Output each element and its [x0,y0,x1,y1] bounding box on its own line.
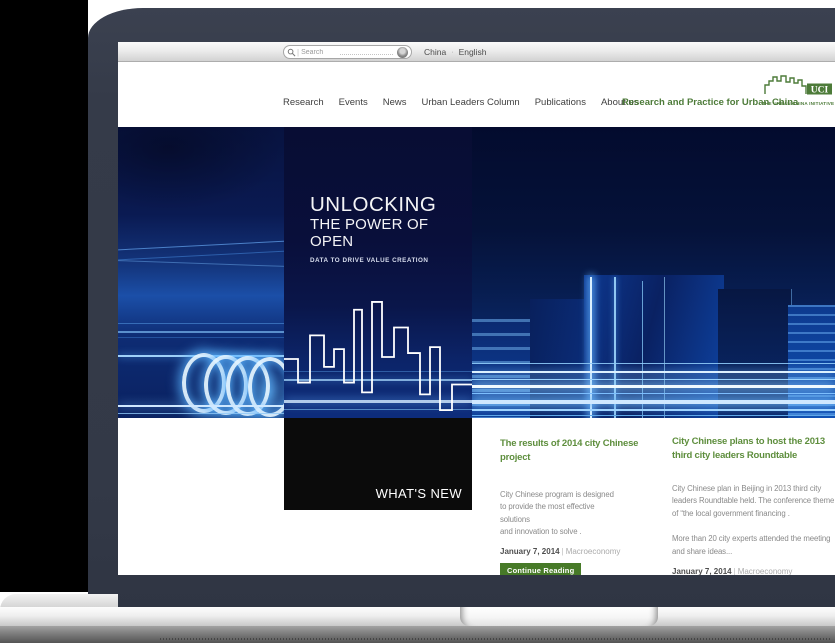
nav-item-urban-leaders-column[interactable]: Urban Leaders Column [421,97,519,108]
uci-logo-acronym: UCI [811,86,829,96]
uci-logo-name: THE URBAN CHINA INITIATIVE [762,101,834,106]
hero-title-line1: UNLOCKING [310,194,472,216]
search-dotted-leader [340,53,393,55]
laptop-mockup: | China · English Research Events News U… [0,0,835,643]
article-category[interactable]: Macroeconomy [738,567,793,575]
nav-item-news[interactable]: News [383,97,407,108]
browser-toolbar: | China · English [118,42,835,62]
article-body: City Chinese program is designed to prov… [500,489,662,540]
article-meta: January 7, 2014|Macroeconomy [500,547,662,556]
search-divider: | [297,48,299,57]
meta-separator: | [562,547,564,556]
main-nav: Research Events News Urban Leaders Colum… [283,97,638,108]
article-body: City Chinese plan in Beijing in 2013 thi… [672,483,835,559]
article-category[interactable]: Macroeconomy [566,547,621,556]
whats-new-label: WHAT'S NEW [376,486,462,501]
uci-logo[interactable]: UCI THE URBAN CHINA INITIATIVE [762,73,834,106]
laptop-left-edge [0,0,88,592]
article-meta: January 7, 2014|Macroeconomy [672,567,835,575]
hero-photo-right [472,127,835,418]
hero-title-line2: THE POWER OF OPEN [310,216,472,251]
lang-separator: · [451,49,453,56]
hero-subtitle: DATA TO DRIVE VALUE CREATION [310,257,472,264]
hero-photo-left [118,127,286,418]
article-date: January 7, 2014 [500,547,560,556]
search-go-button[interactable] [397,47,408,58]
article-date: January 7, 2014 [672,567,732,575]
uci-skyline-icon: UCI [763,73,833,95]
article-title[interactable]: City Chinese plans to host the 2013 thir… [672,435,835,464]
whats-new-panel: WHAT'S NEW [284,418,472,510]
lang-link-english[interactable]: English [459,47,487,57]
meta-separator: | [734,567,736,575]
search-bar[interactable]: | [283,45,412,59]
browser-screen: | China · English Research Events News U… [118,42,835,575]
hero-banner[interactable]: UNLOCKING THE POWER OF OPEN DATA TO DRIV… [118,127,835,418]
lang-link-china[interactable]: China [424,47,446,57]
search-input[interactable] [301,49,339,56]
hero-center-panel: UNLOCKING THE POWER OF OPEN DATA TO DRIV… [284,127,472,418]
nav-item-events[interactable]: Events [339,97,368,108]
laptop-lid-notch [460,607,658,626]
laptop-deck [0,607,835,626]
laptop-front-edge [0,626,835,643]
nav-item-publications[interactable]: Publications [535,97,586,108]
city-skyline-outline-icon [284,298,472,416]
article-title[interactable]: The results of 2014 city Chinese project [500,437,662,466]
news-article-1: The results of 2014 city Chinese project… [500,437,662,575]
search-icon [287,48,296,57]
continue-reading-button[interactable]: Continue Reading [500,563,581,575]
hero-text-block: UNLOCKING THE POWER OF OPEN DATA TO DRIV… [310,194,472,264]
language-switcher: China · English [424,42,486,62]
nav-item-research[interactable]: Research [283,97,324,108]
news-article-2: City Chinese plans to host the 2013 thir… [672,435,835,575]
